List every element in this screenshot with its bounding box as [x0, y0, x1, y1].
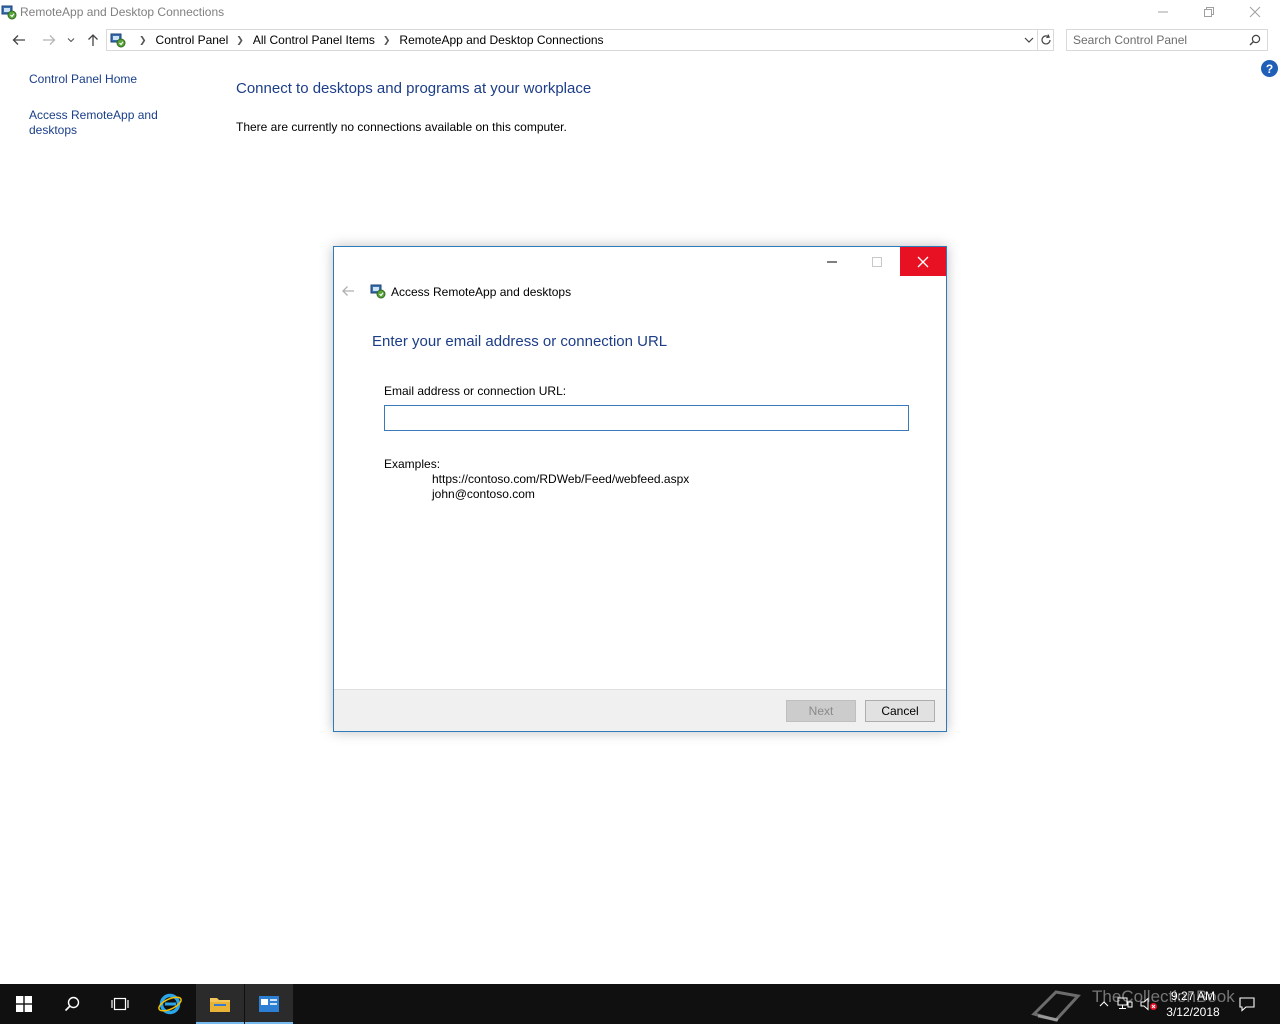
- volume-muted-icon: [1140, 997, 1157, 1011]
- close-icon: [917, 256, 929, 267]
- taskbar: TheCollectionBook 9:27 AM 3/12/2018: [0, 984, 1280, 1024]
- taskbar-clock[interactable]: 9:27 AM 3/12/2018: [1160, 988, 1226, 1020]
- action-center-button[interactable]: [1232, 984, 1262, 1024]
- search-box[interactable]: [1066, 29, 1268, 51]
- minimize-button[interactable]: [1140, 0, 1186, 24]
- search-input[interactable]: [1073, 32, 1243, 48]
- dialog-title: Access RemoteApp and desktops: [391, 285, 572, 299]
- notification-icon: [1239, 997, 1255, 1012]
- breadcrumb-control-panel[interactable]: Control Panel: [156, 33, 229, 47]
- window-title: RemoteApp and Desktop Connections: [20, 5, 225, 19]
- show-hidden-icons-button[interactable]: [1094, 984, 1114, 1024]
- taskbar-internet-explorer[interactable]: [146, 984, 194, 1024]
- taskbar-search-button[interactable]: [48, 984, 96, 1024]
- address-bar[interactable]: ❯ Control Panel ❯ All Control Panel Item…: [106, 29, 1038, 51]
- remoteapp-icon: [259, 996, 279, 1012]
- dialog-footer: Next Cancel: [334, 689, 946, 731]
- arrow-right-icon: [43, 35, 56, 45]
- example-url: https://contoso.com/RDWeb/Feed/webfeed.a…: [432, 472, 690, 486]
- volume-tray-button[interactable]: [1138, 984, 1160, 1024]
- recent-locations-button[interactable]: [64, 28, 78, 52]
- folder-icon: [210, 998, 230, 1012]
- back-button[interactable]: [8, 28, 30, 52]
- breadcrumb-all-items[interactable]: All Control Panel Items: [253, 33, 375, 47]
- page-title: Connect to desktops and programs at your…: [236, 80, 592, 97]
- arrow-left-icon: [12, 35, 25, 45]
- address-dropdown-icon[interactable]: [1023, 34, 1035, 46]
- connection-url-input[interactable]: [384, 405, 909, 431]
- maximize-icon: [872, 256, 882, 267]
- refresh-icon: [1040, 34, 1051, 45]
- network-icon: [1117, 997, 1133, 1009]
- sidebar-item-access-remoteapp[interactable]: Access RemoteApp and desktops: [29, 108, 169, 138]
- clock-date: 3/12/2018: [1166, 1005, 1220, 1019]
- close-window-button[interactable]: [1232, 0, 1278, 24]
- dialog-heading: Enter your email address or connection U…: [372, 333, 668, 350]
- left-pane: Control Panel Home Access RemoteApp and …: [29, 72, 209, 138]
- examples-label: Examples:: [384, 457, 441, 471]
- arrow-up-icon: [88, 34, 98, 46]
- dialog-maximize-button[interactable]: [854, 247, 900, 276]
- breadcrumb: ❯ Control Panel ❯ All Control Panel Item…: [131, 33, 604, 47]
- taskbar-file-explorer[interactable]: [196, 984, 244, 1024]
- chevron-down-icon: [67, 38, 75, 43]
- task-view-button[interactable]: [96, 984, 144, 1024]
- restore-icon: [1204, 7, 1214, 17]
- examples-block: Examples: https://contoso.com/RDWeb/Feed…: [384, 457, 689, 502]
- minimize-icon: [827, 261, 837, 262]
- search-icon: [64, 996, 80, 1012]
- clock-time: 9:27 AM: [1170, 989, 1216, 1003]
- book-logo-icon: [1031, 990, 1081, 1022]
- navigation-bar: ❯ Control Panel ❯ All Control Panel Item…: [0, 28, 1280, 52]
- cancel-button[interactable]: Cancel: [865, 700, 935, 722]
- windows-logo-icon: [16, 996, 32, 1012]
- dialog-back-button[interactable]: [340, 283, 356, 299]
- search-icon[interactable]: [1249, 34, 1261, 46]
- taskbar-remoteapp[interactable]: [245, 984, 293, 1024]
- chevron-right-icon[interactable]: ❯: [236, 35, 244, 46]
- up-button[interactable]: [82, 28, 104, 52]
- remoteapp-icon: [1, 5, 17, 20]
- chevron-right-icon[interactable]: ❯: [139, 35, 147, 46]
- sidebar-item-control-panel-home[interactable]: Control Panel Home: [29, 72, 209, 87]
- close-icon: [1249, 6, 1261, 18]
- refresh-button[interactable]: [1038, 29, 1054, 51]
- breadcrumb-current[interactable]: RemoteApp and Desktop Connections: [399, 33, 603, 47]
- internet-explorer-icon: [158, 993, 182, 1015]
- example-email: john@contoso.com: [432, 487, 535, 501]
- url-field-label: Email address or connection URL:: [384, 384, 567, 398]
- window-titlebar: RemoteApp and Desktop Connections: [0, 0, 1280, 24]
- restore-button[interactable]: [1186, 0, 1232, 24]
- no-connections-message: There are currently no connections avail…: [236, 120, 567, 134]
- start-button[interactable]: [0, 984, 48, 1024]
- chevron-right-icon[interactable]: ❯: [383, 35, 391, 46]
- minimize-icon: [1158, 11, 1168, 13]
- network-tray-button[interactable]: [1114, 984, 1136, 1024]
- dialog-close-button[interactable]: [900, 247, 946, 276]
- remoteapp-icon: [370, 284, 386, 299]
- task-view-icon: [111, 997, 129, 1011]
- help-icon[interactable]: ?: [1261, 60, 1278, 77]
- remoteapp-icon: [110, 33, 126, 48]
- access-remoteapp-dialog: Access RemoteApp and desktops Enter your…: [333, 246, 947, 732]
- next-button[interactable]: Next: [786, 700, 856, 722]
- dialog-minimize-button[interactable]: [809, 247, 855, 276]
- chevron-up-icon: [1099, 1001, 1109, 1007]
- forward-button[interactable]: [38, 28, 60, 52]
